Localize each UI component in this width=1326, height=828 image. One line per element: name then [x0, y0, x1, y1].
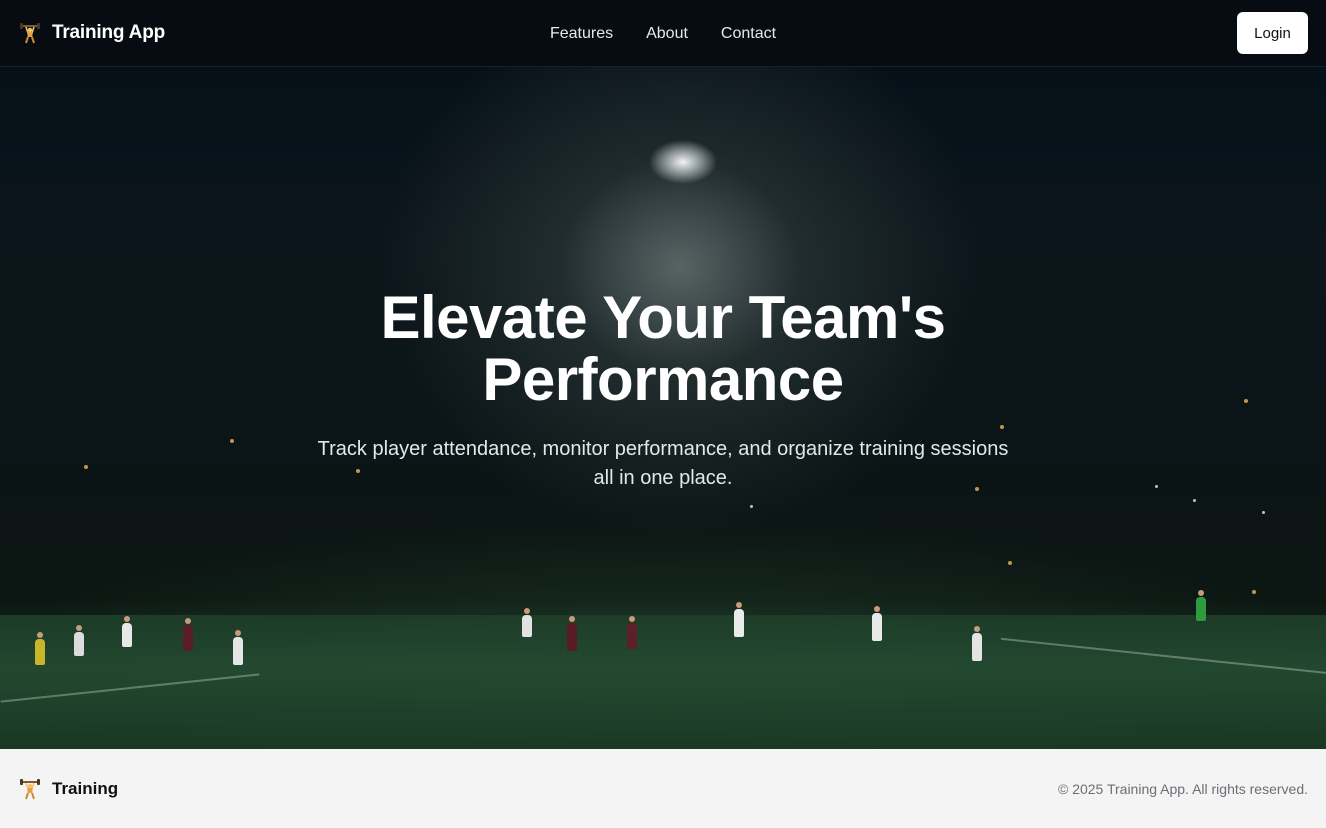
player-figure	[567, 616, 577, 651]
player-figure	[1196, 590, 1206, 621]
footer-brand-name: Training	[52, 778, 119, 798]
top-navbar: Training App Features About Contact Logi…	[0, 0, 1326, 67]
brand-link[interactable]: Training App	[18, 21, 165, 45]
player-figure	[734, 602, 744, 637]
player-figure	[183, 618, 193, 651]
weightlifter-icon	[18, 777, 42, 801]
distant-light	[1252, 590, 1256, 594]
login-button[interactable]: Login	[1237, 12, 1308, 54]
hero-section: Elevate Your Team's Performance Track pl…	[0, 67, 1326, 749]
brand-name: Training App	[52, 22, 166, 43]
player-figure	[522, 608, 532, 637]
player-figure	[627, 616, 637, 649]
footer-brand[interactable]: Training	[18, 777, 118, 801]
distant-light	[1262, 511, 1265, 514]
footer: Training © 2025 Training App. All rights…	[0, 749, 1326, 828]
player-figure	[74, 625, 84, 656]
weightlifter-icon	[18, 21, 42, 45]
player-figure	[872, 606, 882, 641]
distant-light	[750, 505, 753, 508]
nav-link-about[interactable]: About	[646, 25, 688, 43]
pitch-turf	[0, 615, 1326, 749]
hero-subtitle: Track player attendance, monitor perform…	[317, 438, 1009, 489]
player-figure	[122, 616, 132, 647]
hero-content: Elevate Your Team's Performance Track pl…	[0, 287, 1326, 493]
nav-link-features[interactable]: Features	[550, 25, 613, 43]
player-figure	[972, 626, 982, 661]
hero-title: Elevate Your Team's Performance	[380, 284, 946, 413]
player-figure	[233, 630, 243, 665]
nav-link-contact[interactable]: Contact	[721, 25, 776, 43]
player-figure	[35, 632, 45, 665]
main-nav: Features About Contact	[0, 0, 1326, 67]
distant-light	[1193, 499, 1196, 502]
copyright-text: © 2025 Training App. All rights reserved…	[1057, 780, 1308, 797]
distant-light	[1008, 561, 1012, 565]
